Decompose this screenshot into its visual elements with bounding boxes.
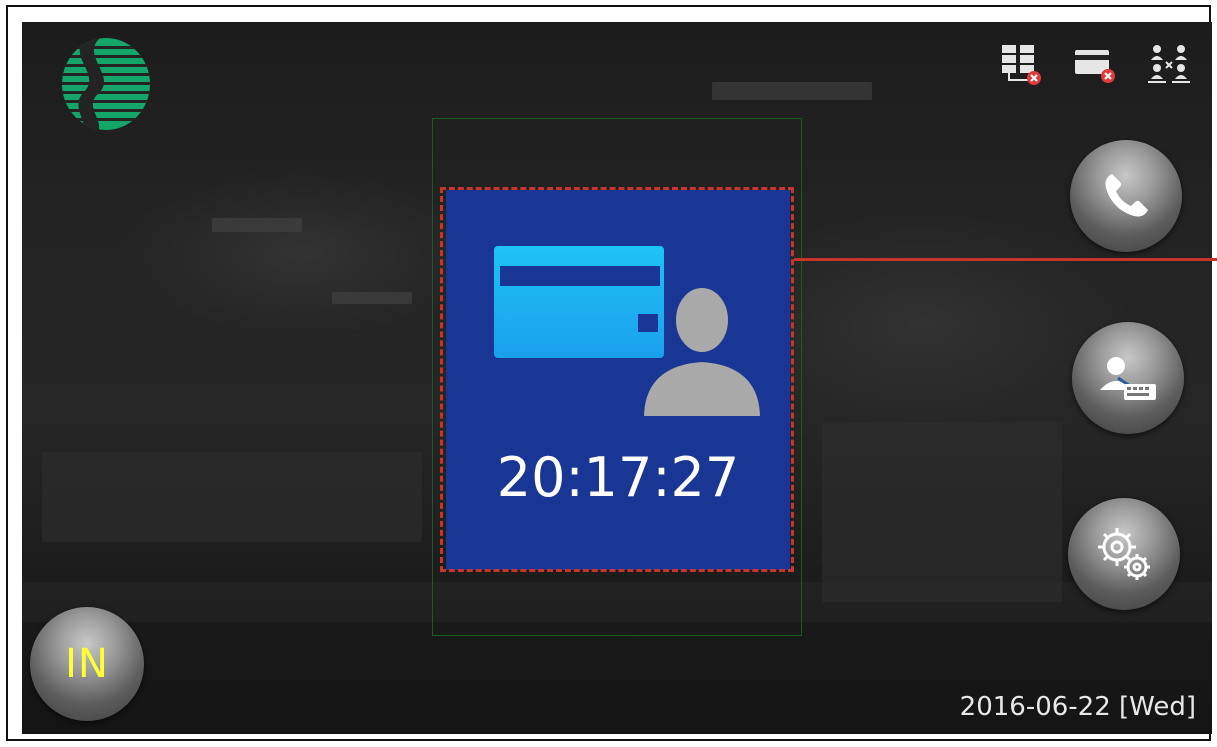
server-disconnected-icon: [998, 42, 1044, 86]
date-display: 2016-06-22 [Wed]: [959, 692, 1196, 722]
attendance-state-button[interactable]: IN: [30, 607, 144, 721]
ceiling-light: [212, 218, 302, 232]
call-button[interactable]: [1070, 140, 1182, 252]
annotation-callout-line: [794, 258, 1217, 261]
user-keyboard-icon: [1100, 357, 1156, 400]
phone-icon: [1105, 174, 1148, 217]
status-bar: [998, 42, 1192, 86]
user-input-button[interactable]: [1072, 322, 1184, 434]
network-topology-icon: [1146, 42, 1192, 86]
settings-button[interactable]: [1068, 498, 1180, 610]
annotation-highlight-box: [440, 187, 794, 572]
attendance-state-label: IN: [65, 641, 109, 687]
company-logo: [62, 38, 150, 130]
gear-icon: [1098, 528, 1150, 580]
card-reader-disconnected-icon: [1072, 42, 1118, 86]
background-cubicle: [822, 422, 1062, 602]
background-cubicle: [42, 452, 422, 542]
ceiling-light: [712, 82, 872, 100]
ceiling-light: [332, 292, 412, 304]
device-screen: 20:17:27 IN 2016-06-22 [Wed]: [22, 22, 1212, 734]
